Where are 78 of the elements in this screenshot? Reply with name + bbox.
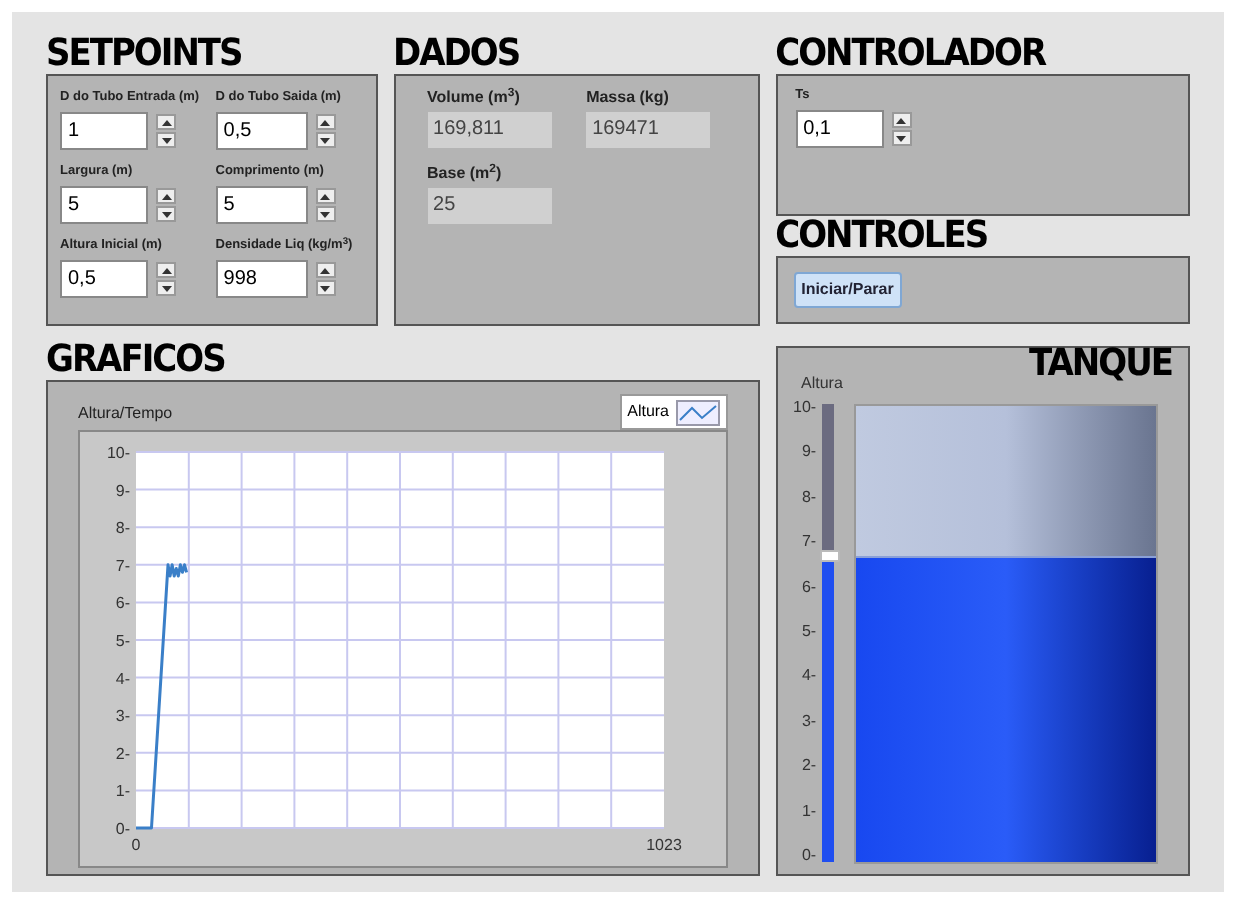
- y-tick-label: 3-: [115, 707, 130, 726]
- caret-up-icon: [161, 119, 171, 125]
- caret-down-icon: [320, 211, 331, 217]
- caret-up-icon: [161, 193, 171, 199]
- y-tick-label: 1-: [115, 782, 130, 801]
- y-tick-label: 4-: [115, 669, 130, 688]
- decrement-button[interactable]: [315, 132, 336, 148]
- scale-tick: 9-: [799, 444, 817, 461]
- decrement-button[interactable]: [156, 206, 176, 222]
- legend-label: Altura: [627, 400, 670, 424]
- scale-tick: 1-: [799, 803, 817, 820]
- indicator-value: 169,811: [427, 112, 552, 148]
- scale-tick: 10-: [793, 400, 817, 416]
- panel-title: GRAFICOS: [46, 342, 225, 380]
- increment-button[interactable]: [156, 114, 176, 130]
- decrement-button[interactable]: [315, 280, 336, 296]
- indicator-label: Massa (kg): [586, 88, 671, 108]
- panel-title: CONTROLES: [775, 218, 988, 256]
- numeric-field[interactable]: 0,5: [215, 112, 308, 150]
- increment-button[interactable]: [156, 188, 176, 204]
- indicator-label: Base (m$^{2}$): [427, 164, 504, 184]
- y-tick-label: 6-: [115, 594, 130, 613]
- y-tick-label: 10-: [106, 444, 130, 462]
- scale-tick: 0-: [799, 847, 817, 864]
- scale-tick: 5-: [799, 623, 817, 640]
- numeric-field[interactable]: 0,1: [795, 110, 884, 148]
- decrement-button[interactable]: [156, 280, 176, 296]
- panel-title: DADOS: [393, 36, 520, 74]
- scale-tick: 8-: [799, 489, 817, 506]
- scale-label: Altura: [801, 372, 845, 396]
- y-tick-label: 8-: [115, 519, 130, 538]
- y-tick-label: 7-: [115, 556, 130, 575]
- x-tick-label: 1023: [646, 836, 682, 854]
- scale-tick: 2-: [799, 758, 817, 775]
- caret-up-icon: [320, 193, 331, 199]
- numeric-field[interactable]: 1: [60, 112, 148, 150]
- caret-down-icon: [320, 285, 331, 291]
- numeric-field[interactable]: 0,5: [60, 260, 148, 298]
- scale-tick: 3-: [799, 713, 817, 730]
- caret-up-icon: [161, 267, 171, 273]
- caret-down-icon: [896, 135, 907, 141]
- indicator-value: 169471: [586, 112, 711, 148]
- y-tick-label: 5-: [115, 632, 130, 650]
- increment-button[interactable]: [315, 262, 336, 278]
- caret-up-icon: [320, 267, 331, 273]
- scale-tick: 6-: [799, 579, 817, 596]
- numeric-field[interactable]: 998: [215, 260, 308, 298]
- caret-down-icon: [161, 211, 171, 217]
- chart-title: Altura/Tempo: [78, 402, 173, 426]
- slider-thumb[interactable]: [820, 549, 841, 562]
- increment-button[interactable]: [156, 262, 176, 278]
- y-tick-label: 9-: [115, 481, 130, 500]
- x-tick-label: 0: [131, 836, 141, 854]
- panel-title: CONTROLADOR: [775, 36, 1046, 74]
- decrement-button[interactable]: [891, 130, 912, 146]
- slider-track[interactable]: [822, 404, 835, 862]
- panel-title: SETPOINTS: [46, 36, 242, 74]
- indicator-label: Volume (m$^{3}$): [427, 88, 522, 108]
- y-tick-label: 0-: [115, 820, 130, 838]
- start-stop-button[interactable]: Iniciar/Parar: [793, 272, 902, 308]
- caret-up-icon: [896, 117, 907, 123]
- caret-up-icon: [320, 119, 331, 125]
- scale-tick: 4-: [799, 668, 817, 685]
- increment-button[interactable]: [315, 114, 336, 130]
- numeric-field[interactable]: 5: [215, 186, 308, 224]
- y-tick-label: 2-: [115, 744, 130, 763]
- scale-tick: 7-: [799, 534, 817, 551]
- line-sample-icon: [675, 399, 720, 425]
- caret-down-icon: [320, 137, 331, 143]
- caret-down-icon: [161, 285, 171, 291]
- numeric-field[interactable]: 5: [60, 186, 148, 224]
- increment-button[interactable]: [891, 112, 912, 128]
- caret-down-icon: [161, 137, 171, 143]
- indicator-value: 25: [427, 188, 552, 224]
- increment-button[interactable]: [315, 188, 336, 204]
- decrement-button[interactable]: [156, 132, 176, 148]
- decrement-button[interactable]: [315, 206, 336, 222]
- panel-title: TANQUE: [1028, 346, 1172, 384]
